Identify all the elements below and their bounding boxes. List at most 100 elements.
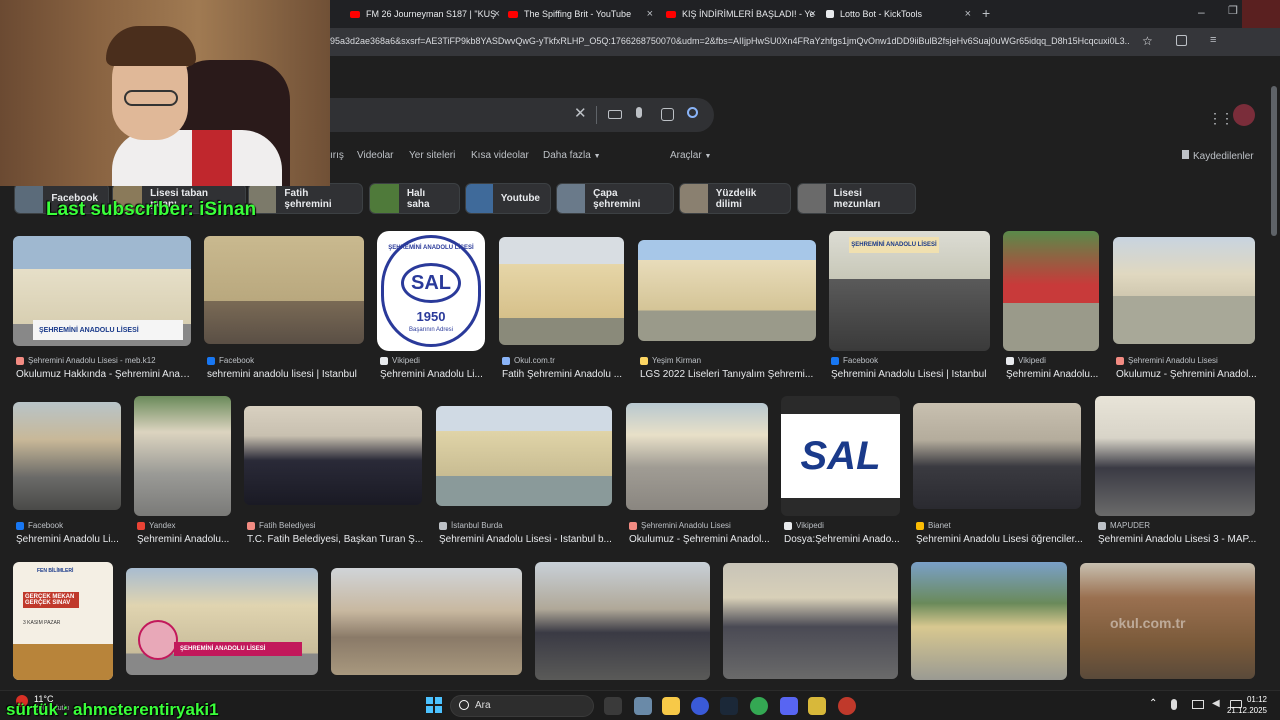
source-label[interactable]: Vikipedi	[1006, 356, 1102, 365]
result-image[interactable]: SAL	[781, 396, 900, 516]
result-image[interactable]	[436, 406, 612, 506]
result-image[interactable]: ŞEHREMİNİ ANADOLU LİSESİ	[829, 231, 990, 351]
source-label[interactable]: İstanbul Burda	[439, 521, 615, 530]
extensions-icon[interactable]	[1176, 35, 1187, 46]
result-title[interactable]: Okulumuz - Şehremini Anadol...	[1116, 369, 1258, 380]
maximize-icon[interactable]: ❐	[1228, 4, 1238, 17]
close-icon[interactable]: ×	[965, 8, 971, 20]
bookmark-star-icon[interactable]: ☆	[1142, 34, 1153, 48]
tab-kis-indirim[interactable]: KIŞ İNDİRİMLERİ BAŞLADI! - Ye ×	[666, 4, 816, 24]
result-title[interactable]: Şehremini Anadolu Lisesi 3 - MAP...	[1098, 534, 1258, 545]
result-image[interactable]	[638, 240, 816, 341]
chrome-icon[interactable]	[750, 697, 768, 715]
minimize-icon[interactable]: –	[1198, 5, 1205, 19]
clock-time[interactable]: 01:12	[1227, 695, 1267, 704]
result-title[interactable]: Fatih Şehremini Anadolu ...	[502, 369, 627, 380]
result-image[interactable]	[499, 237, 624, 345]
saved-button[interactable]: Kaydedilenler	[1182, 150, 1254, 162]
result-title[interactable]: Şehremini Anadolu Lisesi - İstanbul b...	[439, 534, 615, 545]
task-view-icon[interactable]	[604, 697, 622, 715]
result-title[interactable]: Şehremini Anadolu Li...	[380, 369, 490, 380]
result-image[interactable]	[1113, 237, 1255, 344]
chip-youtube[interactable]: Youtube	[465, 183, 551, 214]
result-title[interactable]: Şehremini Anadolu...	[1006, 369, 1102, 380]
search-input[interactable]: ✕	[330, 98, 714, 132]
tab-spiffing[interactable]: The Spiffing Brit - YouTube ×	[508, 4, 653, 24]
network-icon[interactable]	[1192, 700, 1204, 709]
result-title[interactable]: Şehremini Anadolu Lisesi | Istanbul	[831, 369, 991, 380]
windows-start-icon[interactable]	[426, 697, 442, 713]
mic-icon[interactable]	[636, 107, 642, 118]
source-label[interactable]: Bianet	[916, 521, 1084, 530]
taskbar-search-input[interactable]: Ara	[450, 695, 594, 717]
result-title[interactable]: Şehremini Anadolu Lisesi öğrenciler...	[916, 534, 1084, 545]
result-image[interactable]	[13, 402, 121, 510]
result-image[interactable]	[331, 568, 522, 675]
apps-grid-icon[interactable]: ⋮⋮	[1208, 110, 1234, 127]
result-image[interactable]: okul.com.tr	[1080, 563, 1255, 679]
mic-icon[interactable]	[1171, 699, 1177, 710]
keyboard-icon[interactable]	[608, 110, 622, 119]
source-label[interactable]: Şehremini Anadolu Lisesi	[629, 521, 771, 530]
chip-lisesi-mezunlari[interactable]: Lisesi mezunları	[797, 183, 916, 214]
search-icon[interactable]	[687, 107, 698, 118]
chip-fatih-sehremini[interactable]: Fatih şehremini	[248, 183, 363, 214]
result-image[interactable]	[1095, 396, 1255, 516]
discord-icon[interactable]	[780, 697, 798, 715]
tab-all[interactable]: ırış	[330, 150, 344, 161]
result-image[interactable]	[204, 236, 364, 344]
result-title[interactable]: LGS 2022 Liseleri Tanıyalım Şehremi...	[640, 369, 818, 380]
close-icon[interactable]: ×	[494, 8, 500, 20]
result-image[interactable]	[1003, 231, 1099, 351]
result-title[interactable]: Şehremini Anadolu Li...	[16, 534, 124, 545]
source-label[interactable]: Şehremini Anadolu Lisesi	[1116, 356, 1258, 365]
source-label[interactable]: Vikipedi	[784, 521, 903, 530]
new-tab-icon[interactable]: +	[982, 5, 990, 21]
chip-hali-saha[interactable]: Halı saha	[369, 183, 460, 214]
source-label[interactable]: Okul.com.tr	[502, 356, 627, 365]
tab-videos[interactable]: Videolar	[357, 150, 394, 161]
source-label[interactable]: Vikipedi	[380, 356, 490, 365]
source-label[interactable]: Fatih Belediyesi	[247, 521, 425, 530]
obs-icon[interactable]	[838, 697, 856, 715]
result-image[interactable]	[244, 406, 422, 505]
url-field[interactable]: 95a3d2ae368a6&sxsrf=AE3TiFP9kb8YASDwvQwG…	[330, 36, 1130, 46]
result-image[interactable]	[723, 563, 898, 679]
result-image[interactable]	[913, 403, 1081, 509]
result-image[interactable]	[626, 403, 768, 510]
chevron-up-icon[interactable]: ⌃	[1149, 698, 1157, 709]
result-image[interactable]	[535, 562, 710, 680]
result-title[interactable]: sehremini anadolu lisesi | Istanbul	[207, 369, 367, 380]
source-label[interactable]: Yandex	[137, 521, 234, 530]
result-image[interactable]	[134, 396, 231, 516]
source-label[interactable]: Facebook	[831, 356, 991, 365]
scrollbar-thumb[interactable]	[1271, 86, 1277, 236]
calculator-icon[interactable]	[634, 697, 652, 715]
source-label[interactable]: Facebook	[207, 356, 367, 365]
app-icon[interactable]	[691, 697, 709, 715]
result-image[interactable]: ŞEHREMİNİ ANADOLU LİSESİ	[126, 568, 318, 675]
avatar[interactable]	[1233, 104, 1255, 126]
result-title[interactable]: T.C. Fatih Belediyesi, Başkan Turan Ş...	[247, 534, 425, 545]
tools-button[interactable]: Araçlar ▼	[670, 150, 711, 161]
tab-lotto-bot[interactable]: Lotto Bot - KickTools ×	[826, 4, 971, 24]
tab-more[interactable]: Daha fazla ▼	[543, 150, 601, 161]
source-label[interactable]: Şehremini Anadolu Lisesi - meb.k12	[16, 356, 192, 365]
result-title[interactable]: Şehremini Anadolu...	[137, 534, 234, 545]
result-image[interactable]	[911, 562, 1067, 680]
tab-places[interactable]: Yer siteleri	[409, 150, 455, 161]
result-image[interactable]: ŞEHREMİNİ ANADOLU LİSESİ SAL 1950 Başarı…	[377, 231, 485, 351]
file-explorer-icon[interactable]	[662, 697, 680, 715]
result-title[interactable]: Okulumuz - Şehremini Anadol...	[629, 534, 771, 545]
source-label[interactable]: MAPUDER	[1098, 521, 1258, 530]
result-title[interactable]: Okulumuz Hakkında - Şehremini Anad...	[16, 369, 192, 380]
source-label[interactable]: Facebook	[16, 521, 124, 530]
clear-icon[interactable]: ✕	[574, 104, 587, 122]
lens-icon[interactable]	[661, 108, 674, 121]
source-label[interactable]: Yeşim Kirman	[640, 356, 818, 365]
close-icon[interactable]: ×	[810, 8, 816, 20]
chip-capa-sehremini[interactable]: Çapa şehremini	[556, 183, 674, 214]
app-icon[interactable]	[808, 697, 826, 715]
clock-date[interactable]: 21.12.2025	[1217, 706, 1267, 715]
result-title[interactable]: Dosya:Şehremini Anado...	[784, 534, 903, 545]
